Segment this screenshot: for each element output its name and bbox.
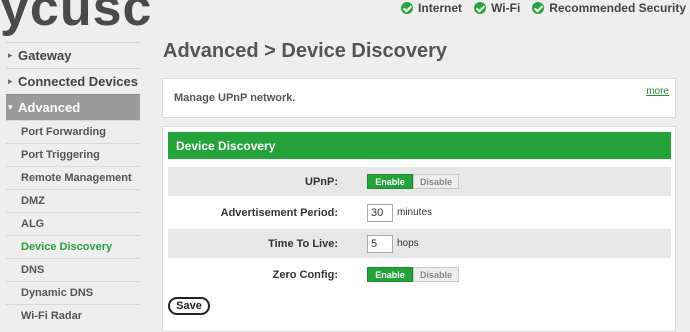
sidebar-subitem-port-forwarding[interactable]: Port Forwarding [6, 120, 140, 143]
caret-down-icon: ▾ [8, 102, 13, 112]
page-title: Advanced > Device Discovery [163, 40, 448, 62]
sidebar-item-label: Advanced [18, 100, 81, 115]
status-security: Recommended Security [532, 1, 686, 15]
upnp-toggle: Enable Disable [367, 174, 459, 189]
sidebar-subitem-dynamic-dns[interactable]: Dynamic DNS [6, 281, 140, 304]
upnp-enable-button[interactable]: Enable [367, 174, 413, 189]
sidebar-subitem-dmz[interactable]: DMZ [6, 189, 140, 212]
upnp-label: UPnP: [305, 175, 338, 188]
sidebar-subitem-device-discovery[interactable]: Device Discovery [6, 235, 140, 258]
ttl-label: Time To Live: [268, 237, 338, 250]
ttl-row: Time To Live: 5 hops [168, 229, 671, 258]
status-internet: Internet [401, 1, 462, 15]
panel-title: Device Discovery [168, 132, 671, 159]
sidebar-item-gateway[interactable]: ▸ Gateway [6, 42, 140, 68]
zeroconf-row: Zero Config: Enable Disable [168, 260, 671, 289]
status-label: Recommended Security [549, 1, 686, 15]
advertisement-label: Advertisement Period: [220, 206, 338, 219]
device-discovery-panel: Device Discovery UPnP: Enable Disable Ad… [162, 126, 676, 332]
upnp-disable-button[interactable]: Disable [413, 174, 459, 189]
zeroconf-label: Zero Config: [272, 268, 338, 281]
sidebar-subitem-alg[interactable]: ALG [6, 212, 140, 235]
sidebar-subitem-wifi-radar[interactable]: Wi-Fi Radar [6, 304, 140, 327]
sidebar-nav: ▸ Gateway ▸ Connected Devices ▾ Advanced… [6, 42, 140, 327]
status-label: Internet [418, 1, 463, 15]
sidebar-subitem-port-triggering[interactable]: Port Triggering [6, 143, 140, 166]
status-bar: Internet Wi-Fi Recommended Security [401, 1, 686, 15]
save-button[interactable]: Save [168, 297, 210, 315]
zeroconf-toggle: Enable Disable [367, 267, 459, 282]
check-circle-icon [401, 2, 414, 14]
advertisement-period-input[interactable]: 30 [367, 203, 393, 222]
sidebar-item-connected-devices[interactable]: ▸ Connected Devices [6, 68, 140, 94]
sidebar-item-label: Connected Devices [18, 74, 138, 89]
advertisement-row: Advertisement Period: 30 minutes [168, 198, 671, 227]
caret-right-icon: ▸ [8, 76, 13, 86]
check-circle-icon [532, 2, 545, 14]
description-box: Manage UPnP network. more [162, 78, 676, 118]
sidebar-item-advanced[interactable]: ▾ Advanced [6, 94, 140, 120]
status-wifi: Wi-Fi [474, 1, 520, 15]
more-link[interactable]: more [646, 86, 669, 97]
zeroconf-enable-button[interactable]: Enable [367, 267, 413, 282]
ttl-input[interactable]: 5 [367, 234, 393, 253]
check-circle-icon [474, 2, 487, 14]
brand-logo: ycusc [0, 0, 153, 37]
sidebar-subitem-dns[interactable]: DNS [6, 258, 140, 281]
sidebar-subitem-remote-management[interactable]: Remote Management [6, 166, 140, 189]
status-label: Wi-Fi [491, 1, 521, 15]
upnp-row: UPnP: Enable Disable [168, 167, 671, 196]
sidebar-item-label: Gateway [18, 48, 72, 63]
advertisement-unit: minutes [397, 207, 433, 218]
description-text: Manage UPnP network. [174, 92, 296, 104]
ttl-unit: hops [397, 238, 419, 249]
caret-right-icon: ▸ [8, 50, 13, 60]
zeroconf-disable-button[interactable]: Disable [413, 267, 459, 282]
